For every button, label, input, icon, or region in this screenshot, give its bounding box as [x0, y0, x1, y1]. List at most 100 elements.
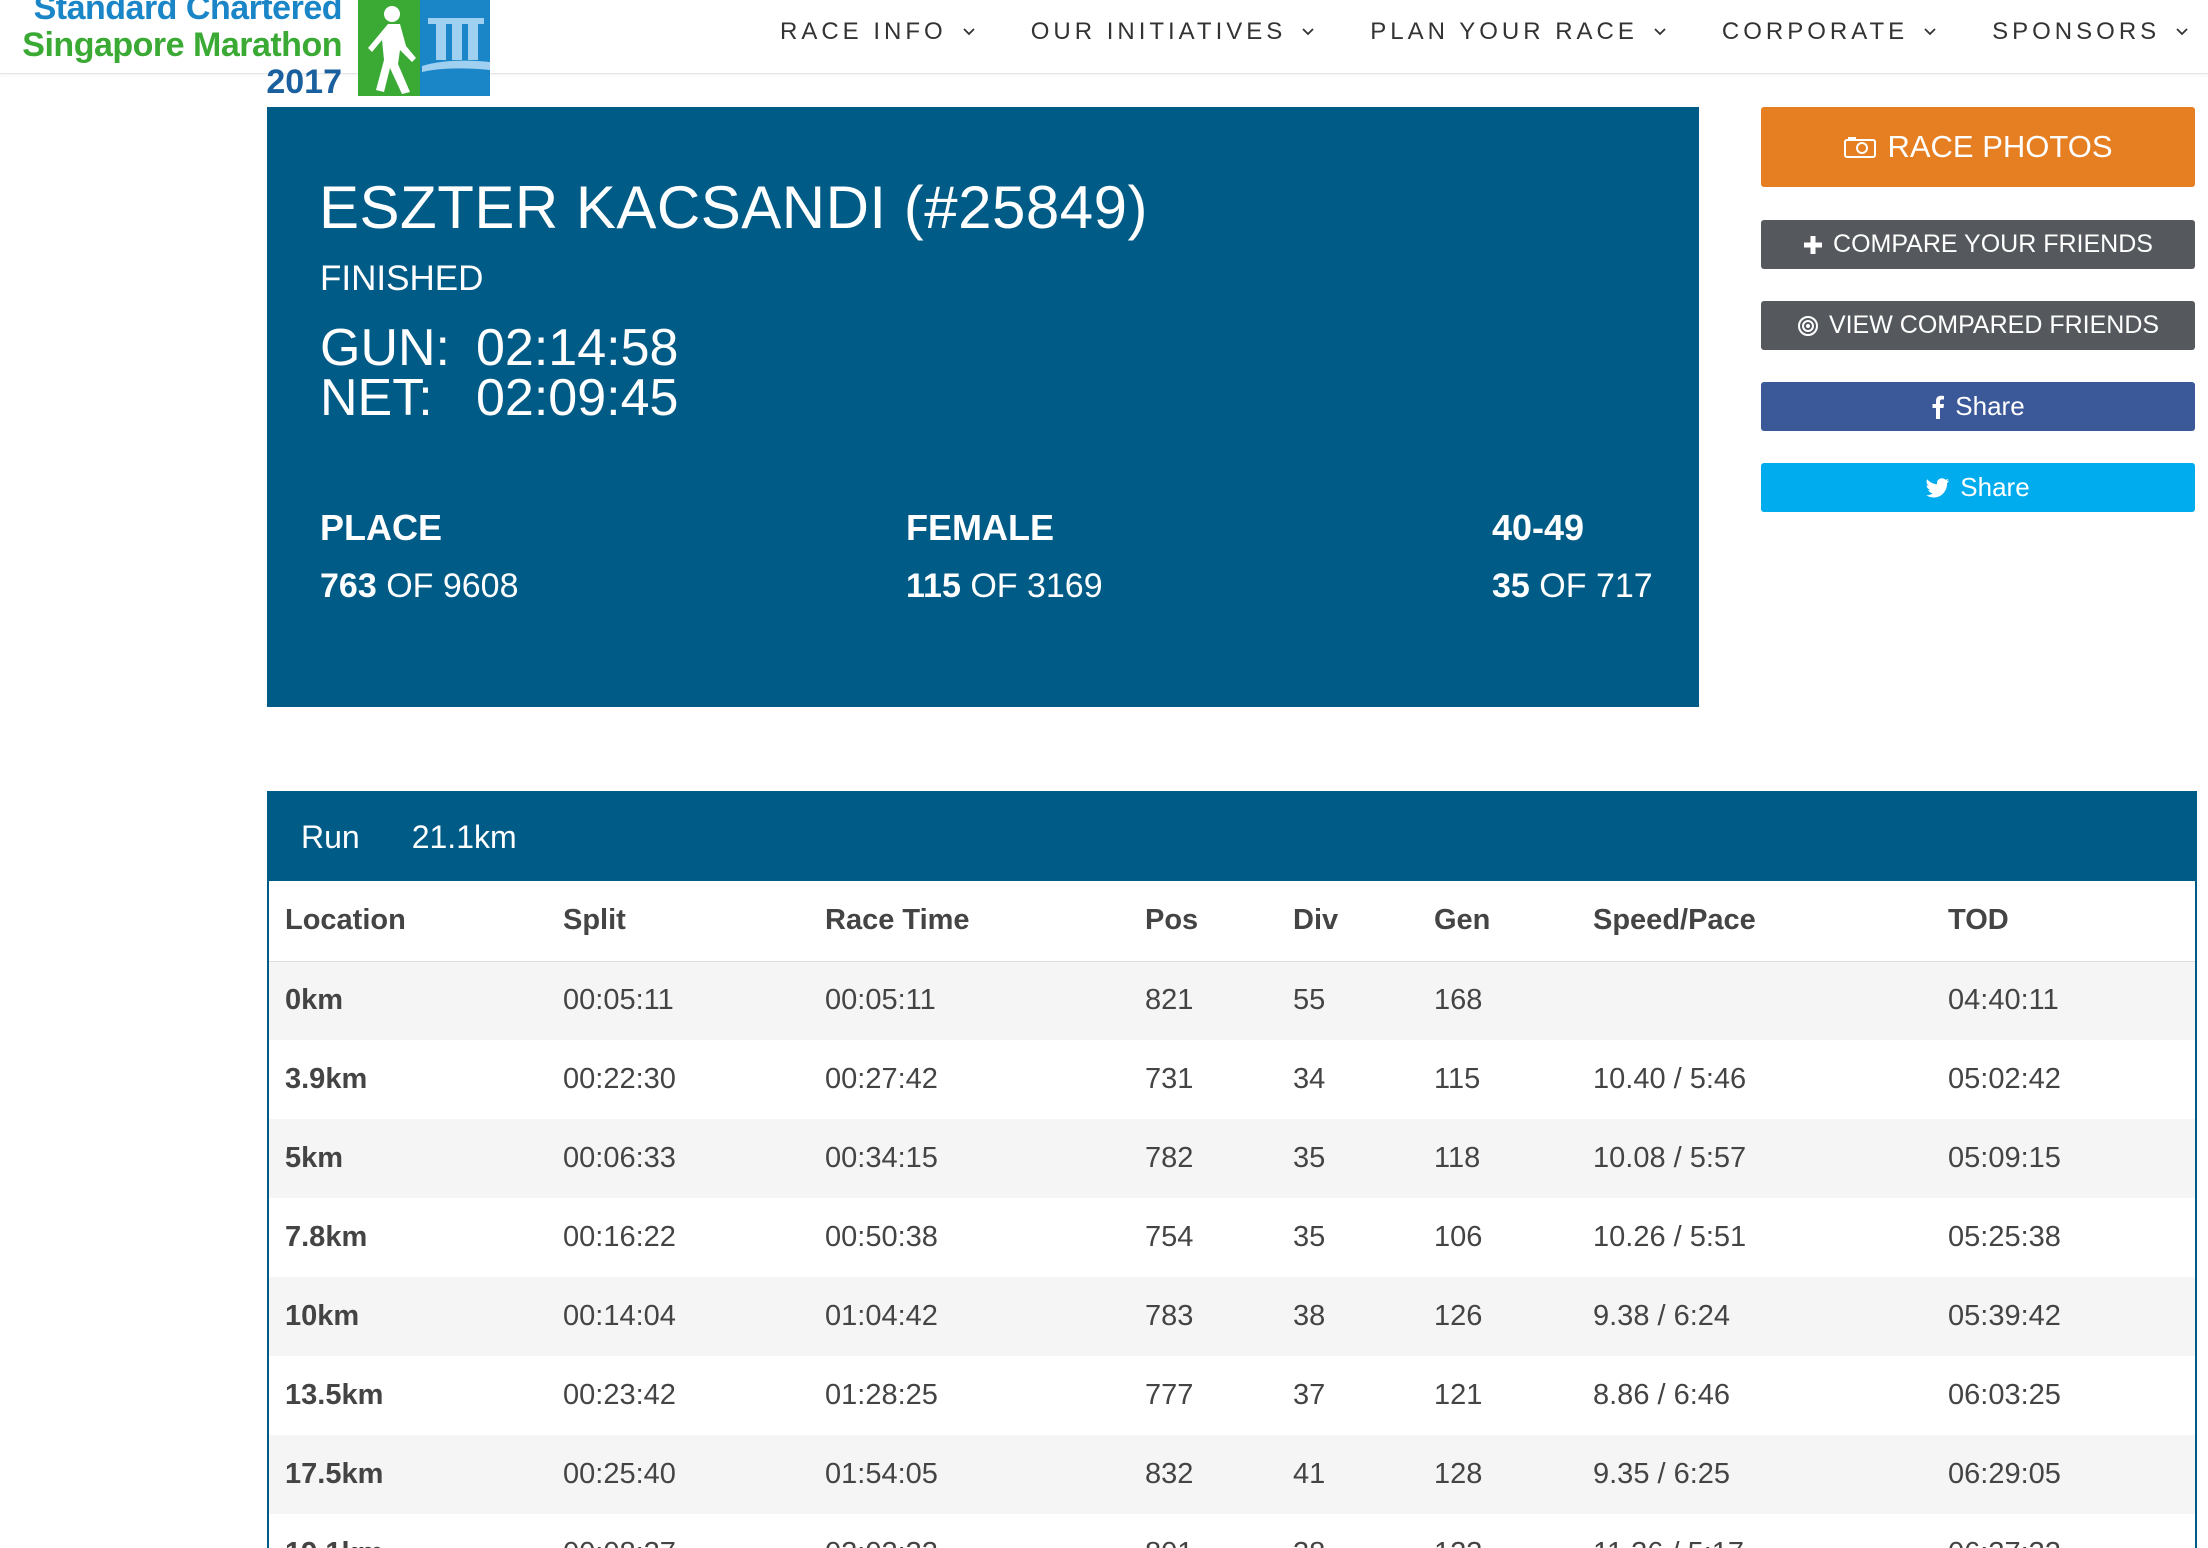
cell-div: 41 [1293, 1458, 1326, 1490]
cell-speed-pace: 10.08 / 5:57 [1593, 1142, 1747, 1174]
rank-total: 3169 [1026, 567, 1103, 605]
cell-pos: 801 [1129, 1514, 1277, 1548]
cell-location: 17.5km [285, 1458, 384, 1490]
rank-heading: PLACE [320, 507, 443, 548]
chevron-down-icon [963, 28, 975, 36]
chevron-down-icon [2176, 28, 2188, 36]
cell-location: 3.9km [285, 1063, 368, 1095]
view-compared-friends-button[interactable]: VIEW COMPARED FRIENDS [1761, 301, 2195, 350]
cell-split: 00:14:04 [563, 1300, 676, 1332]
rank-total: 717 [1595, 567, 1653, 605]
net-time-row: NET: 02:09:45 [320, 371, 678, 425]
rank-of: OF [1539, 567, 1587, 605]
cell-div: 55 [1293, 984, 1326, 1017]
cell-tod: 06:37:32 [1932, 1514, 2195, 1548]
nav-race-info[interactable]: RACE INFO [780, 18, 977, 46]
runner-logo-icon [358, 0, 490, 96]
race-photos-button[interactable]: RACE PHOTOS [1761, 107, 2195, 187]
cell-pos: 821 [1145, 984, 1194, 1017]
rank-division: 40-49 35 OF 717 [1492, 507, 1653, 606]
rank-value: 115 OF 3169 [906, 567, 1103, 606]
rank-position: 763 [320, 567, 377, 605]
twitter-share-label: Share [1960, 472, 2030, 502]
splits-header: Run 21.1km [269, 793, 2195, 881]
cell-location: 7.8km [285, 1221, 368, 1253]
nav-label: CORPORATE [1721, 18, 1909, 45]
rank-position: 35 [1492, 567, 1530, 605]
table-row: 7.8km 00:16:22 00:50:38 754 35 106 10.26… [269, 1198, 2195, 1277]
cell-pos: 731 [1145, 1063, 1194, 1095]
table-row: 3.9km 00:22:30 00:27:42 731 34 115 10.40… [269, 1040, 2195, 1119]
cell-tod: 04:40:11 [1948, 984, 2059, 1017]
cell-race-time: 01:28:25 [825, 1379, 938, 1411]
logo-line-2: Singapore Marathon [22, 26, 342, 64]
event-name: Run [301, 818, 360, 855]
splits-panel: Run 21.1km Location Split Race Time Pos … [267, 791, 2197, 1548]
view-compared-friends-label: VIEW COMPARED FRIENDS [1828, 311, 2160, 339]
cell-gen: 126 [1434, 1300, 1483, 1332]
table-header-row: Location Split Race Time Pos Div Gen Spe… [269, 881, 2195, 962]
cell-gen: 168 [1434, 984, 1483, 1017]
event-distance: 21.1km [411, 818, 517, 855]
twitter-icon [1926, 477, 1950, 498]
cell-split: 00:06:33 [563, 1142, 676, 1174]
cell-race-time: 00:05:11 [825, 984, 936, 1017]
camera-icon [1843, 135, 1877, 159]
cell-tod: 06:03:25 [1948, 1379, 2061, 1411]
cell-split: 00:23:42 [563, 1379, 676, 1411]
cell-div: 38 [1293, 1300, 1326, 1332]
chevron-down-icon [1654, 28, 1666, 36]
facebook-icon [1931, 395, 1945, 419]
rank-heading: 40-49 [1492, 507, 1585, 548]
facebook-share-button[interactable]: Share [1761, 382, 2195, 431]
chevron-down-icon [1924, 28, 1936, 36]
logo-text: Standard Chartered Singapore Marathon 20… [12, 0, 342, 101]
cell-race-time: 00:34:15 [825, 1142, 938, 1174]
cell-speed-pace: 9.35 / 6:25 [1593, 1458, 1731, 1490]
facebook-share-label: Share [1955, 391, 2025, 421]
site-logo[interactable]: Standard Chartered Singapore Marathon 20… [12, 0, 492, 101]
cell-tod: 05:39:42 [1948, 1300, 2061, 1332]
cell-pos: 754 [1145, 1221, 1194, 1253]
table-row: 5km 00:06:33 00:34:15 782 35 118 10.08 /… [269, 1119, 2195, 1198]
cell-split: 00:25:40 [563, 1458, 676, 1490]
plus-icon [1803, 235, 1823, 255]
cell-location: 0km [285, 984, 344, 1017]
cell-race-time: 01:04:42 [825, 1300, 938, 1332]
nav-label: RACE INFO [780, 18, 947, 45]
twitter-share-button[interactable]: Share [1761, 463, 2195, 512]
cell-tod: 05:02:42 [1948, 1063, 2061, 1095]
cell-tod: 05:09:15 [1948, 1142, 2061, 1174]
cell-location: 10km [285, 1300, 360, 1332]
nav-sponsors[interactable]: SPONSORS [1992, 18, 2190, 46]
cell-split: 00:05:11 [563, 984, 674, 1017]
cell-speed-pace: 8.86 / 6:46 [1593, 1379, 1731, 1411]
nav-plan-your-race[interactable]: PLAN YOUR RACE [1370, 18, 1668, 46]
rank-value: 763 OF 9608 [320, 567, 519, 606]
nav-label: OUR INITIATIVES [1030, 18, 1287, 45]
net-time-value: 02:09:45 [476, 369, 679, 427]
logo-line-3: 2017 [266, 63, 342, 101]
cell-div: 38 [1277, 1514, 1418, 1548]
cell-tod: 06:29:05 [1948, 1458, 2061, 1490]
compare-friends-label: COMPARE YOUR FRIENDS [1833, 230, 2153, 258]
table-row: 13.5km 00:23:42 01:28:25 777 37 121 8.86… [269, 1356, 2195, 1435]
table-row: 19.1km 00:08:27 02:02:32 801 38 123 11.3… [269, 1514, 2195, 1548]
cell-gen: 123 [1418, 1514, 1577, 1548]
athlete-name: ESZTER KACSANDI (#25849) [319, 174, 1148, 241]
cell-race-time: 00:27:42 [825, 1063, 938, 1095]
nav-label: SPONSORS [1992, 18, 2161, 45]
column-header: Gen [1418, 881, 1577, 962]
cell-split: 00:22:30 [563, 1063, 676, 1095]
cell-speed-pace: 10.26 / 5:51 [1593, 1221, 1747, 1253]
cell-div: 35 [1293, 1142, 1326, 1174]
column-header: TOD [1932, 881, 2195, 962]
rank-gender: FEMALE 115 OF 3169 [906, 507, 1103, 606]
nav-our-initiatives[interactable]: OUR INITIATIVES [1031, 18, 1317, 46]
cell-speed-pace: 9.38 / 6:24 [1593, 1300, 1731, 1332]
rank-of: OF [970, 567, 1018, 605]
cell-pos: 782 [1145, 1142, 1194, 1174]
compare-friends-button[interactable]: COMPARE YOUR FRIENDS [1761, 220, 2195, 269]
nav-corporate[interactable]: CORPORATE [1722, 18, 1938, 46]
cell-tod: 05:25:38 [1948, 1221, 2061, 1253]
